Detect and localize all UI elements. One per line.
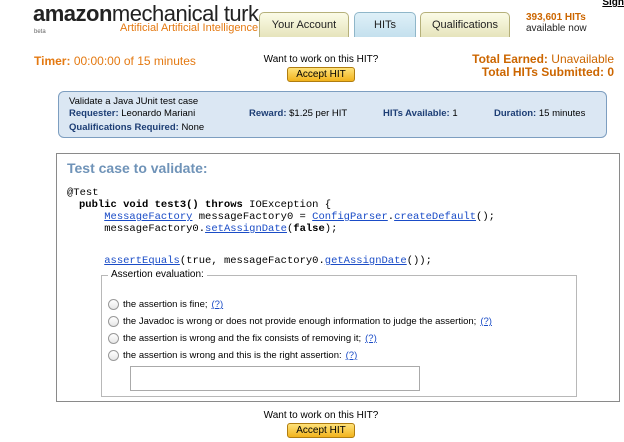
logo-tagline: Artificial Artificial Intelligence (120, 22, 259, 34)
get-assign-date-link[interactable]: getAssignDate (325, 255, 407, 267)
radio-javadoc-wrong[interactable] (108, 316, 119, 327)
option-label: the assertion is wrong and this is the r… (123, 350, 342, 361)
hit-info-box: Validate a Java JUnit test case Requeste… (58, 91, 607, 138)
help-link[interactable]: (?) (365, 333, 377, 344)
code-text: messageFactory0 = (192, 211, 313, 223)
radio-remove-assertion[interactable] (108, 333, 119, 344)
hit-available: HITs Available: 1 (383, 108, 458, 119)
option-javadoc-wrong: the Javadoc is wrong or does not provide… (108, 316, 492, 327)
config-parser-link[interactable]: ConfigParser (312, 211, 388, 223)
duration-label: Duration: (494, 108, 537, 119)
radio-assertion-fine[interactable] (108, 299, 119, 310)
timer-label: Timer: (34, 54, 71, 68)
reward-label: Reward: (249, 108, 287, 119)
accept-hit-button-bottom[interactable]: Accept HIT (287, 423, 355, 438)
hit-title: Validate a Java JUnit test case (69, 96, 199, 107)
requester-label: Requester: (69, 108, 119, 119)
option-right-assertion: the assertion is wrong and this is the r… (108, 350, 357, 361)
code-text: messageFactory0. (104, 223, 206, 235)
code-text: (true, messageFactory0. (179, 255, 325, 267)
right-assertion-textarea[interactable] (130, 366, 420, 391)
assertion-evaluation-group: Assertion evaluation: the assertion is f… (101, 269, 577, 397)
code-text: ); (324, 223, 338, 235)
reward-value: $1.25 per HIT (289, 108, 348, 119)
accept-prompt-text: Want to work on this HIT? (263, 410, 379, 421)
help-link[interactable]: (?) (212, 299, 224, 310)
code-text: IOException { (242, 199, 332, 211)
qualifications-value: None (181, 122, 205, 133)
help-link[interactable]: (?) (480, 316, 492, 327)
help-link[interactable]: (?) (346, 350, 358, 361)
accept-hit-button[interactable]: Accept HIT (287, 67, 355, 82)
assert-equals-link[interactable]: assertEquals (104, 255, 180, 267)
timer: Timer: 00:00:00 of 15 minutes (34, 54, 196, 68)
assertion-evaluation-legend: Assertion evaluation: (108, 269, 207, 280)
message-factory-link[interactable]: MessageFactory (104, 211, 192, 223)
hit-duration: Duration: 15 minutes (494, 108, 585, 119)
code-line-2: MessageFactory messageFactory0 = ConfigP… (79, 211, 495, 223)
total-submitted-value: 0 (607, 65, 614, 79)
option-remove-assertion: the assertion is wrong and the fix consi… (108, 333, 377, 344)
code-keyword-false: false (293, 223, 325, 235)
hit-requester: Requester: Leonardo Mariani (69, 108, 195, 119)
code-keyword-throws: throws (205, 199, 243, 211)
code-annotation: @Test (67, 187, 99, 199)
logo-brand: amazon (33, 1, 112, 26)
accept-prompt-bottom: Want to work on this HIT? Accept HIT (256, 410, 386, 438)
logo-beta: beta (34, 29, 46, 35)
tab-hits[interactable]: HITs (354, 12, 416, 37)
create-default-link[interactable]: createDefault (394, 211, 476, 223)
total-earned-value: Unavailable (551, 52, 614, 66)
amazon-mechanical-turk-logo[interactable]: amazonmechanical turk Artificial Artific… (33, 1, 263, 37)
earnings-summary: Total Earned: Unavailable Total HITs Sub… (472, 53, 614, 79)
available-value: 1 (452, 108, 458, 119)
code-keyword: public void (79, 199, 149, 211)
code-text: (); (476, 211, 495, 223)
hits-available-now: available now (526, 23, 587, 34)
radio-right-assertion[interactable] (108, 350, 119, 361)
requester-value: Leonardo Mariani (121, 108, 196, 119)
available-label: HITs Available: (383, 108, 450, 119)
option-label: the Javadoc is wrong or does not provide… (123, 316, 477, 327)
hit-reward: Reward: $1.25 per HIT (249, 108, 347, 119)
total-submitted-label: Total HITs Submitted: (481, 65, 604, 79)
task-panel: Test case to validate: @Test public void… (56, 153, 620, 402)
sign-in-link[interactable]: Sign (602, 0, 624, 8)
code-line-4: assertEquals(true, messageFactory0.getAs… (79, 255, 432, 267)
hits-available-stats: 393,601 HITs available now (526, 12, 587, 34)
option-label: the assertion is fine; (123, 299, 208, 310)
code-text: ()); (406, 255, 432, 267)
code-line-1: public void test3() throws IOException { (79, 199, 331, 211)
tab-qualifications[interactable]: Qualifications (420, 12, 510, 37)
panel-title: Test case to validate: (67, 160, 208, 176)
code-method-name: test3() (148, 199, 206, 211)
timer-value: 00:00:00 of 15 minutes (73, 54, 196, 68)
option-assertion-fine: the assertion is fine; (?) (108, 299, 223, 310)
qualifications-label: Qualifications Required: (69, 122, 179, 133)
set-assign-date-link[interactable]: setAssignDate (205, 223, 287, 235)
code-line-3: messageFactory0.setAssignDate(false); (79, 223, 337, 235)
hits-count: 393,601 HITs (526, 12, 586, 23)
hit-qualifications: Qualifications Required: None (69, 122, 204, 133)
accept-prompt-top: Want to work on this HIT? Accept HIT (256, 54, 386, 82)
option-label: the assertion is wrong and the fix consi… (123, 333, 362, 344)
tab-your-account[interactable]: Your Account (259, 12, 349, 37)
duration-value: 15 minutes (538, 108, 586, 119)
accept-prompt-text: Want to work on this HIT? (263, 54, 379, 65)
total-earned-label: Total Earned: (472, 52, 548, 66)
